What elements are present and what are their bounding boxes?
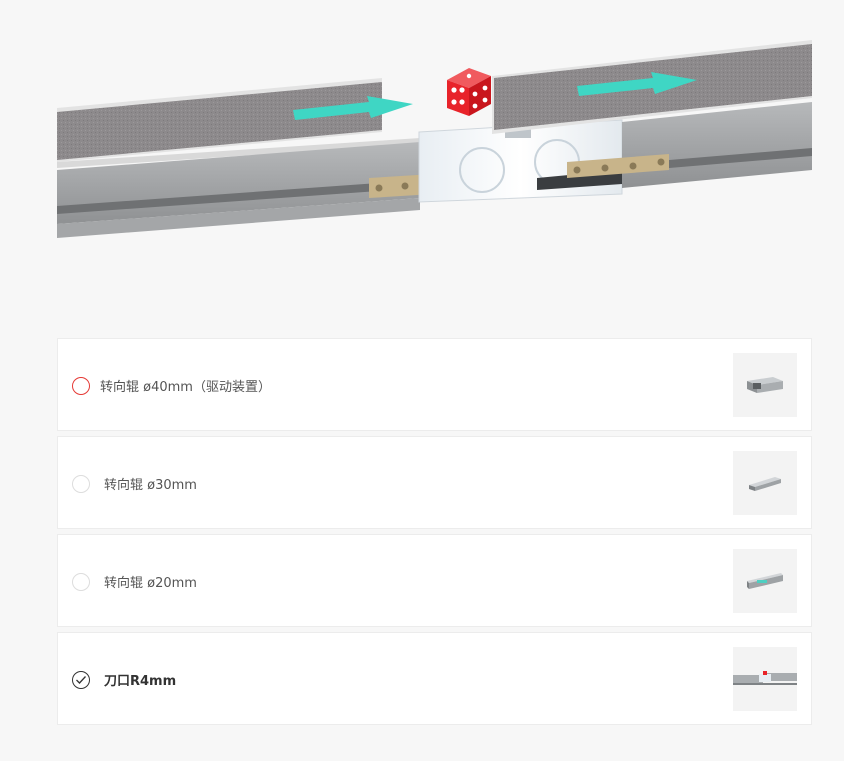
roller-options-list: 转向辊 ø40mm（驱动装置） 转向辊 ø30mm 转向辊 ø20mm 刀口R4…	[57, 338, 812, 730]
option-label: 转向辊 ø20mm	[104, 576, 197, 591]
checkmark-icon	[76, 676, 86, 684]
roller-30mm-icon	[733, 451, 797, 515]
radio-button[interactable]	[72, 475, 90, 493]
roller-20mm-icon	[733, 549, 797, 613]
radio-button[interactable]	[72, 377, 90, 395]
roller-40mm-icon	[733, 353, 797, 417]
option-roller-40mm[interactable]: 转向辊 ø40mm（驱动装置）	[57, 338, 812, 431]
option-label: 转向辊 ø30mm	[104, 478, 197, 493]
knife-edge-r4mm-icon	[733, 647, 797, 711]
option-roller-20mm[interactable]: 转向辊 ø20mm	[57, 534, 812, 627]
option-label: 转向辊 ø40mm（驱动装置）	[100, 380, 271, 395]
radio-button[interactable]	[72, 573, 90, 591]
option-roller-30mm[interactable]: 转向辊 ø30mm	[57, 436, 812, 529]
radio-button[interactable]	[72, 671, 90, 689]
option-label: 刀口R4mm	[104, 674, 177, 689]
dice-icon	[447, 68, 491, 116]
conveyor-transfer-illustration	[57, 40, 812, 238]
option-knife-edge-r4mm[interactable]: 刀口R4mm	[57, 632, 812, 725]
